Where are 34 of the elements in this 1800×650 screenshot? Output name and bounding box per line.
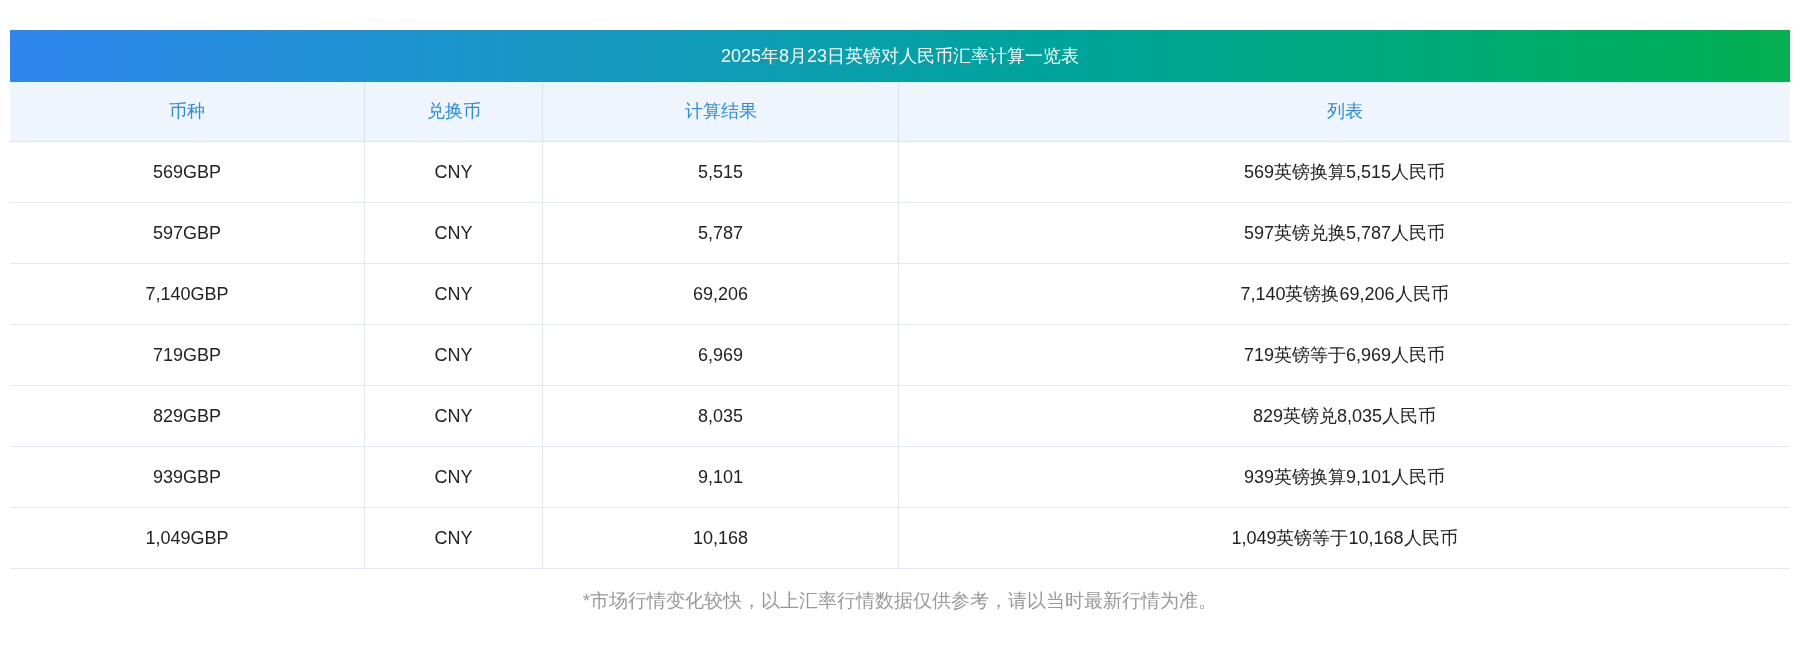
column-header: 币种 [169, 100, 205, 123]
table-cell-text: CNY [434, 526, 473, 550]
table-cell-text: 829GBP [152, 404, 221, 428]
footnote: *市场行情变化较快，以上汇率行情数据仅供参考，请以当时最新行情为准。 [582, 589, 1218, 613]
table-cell-text: CNY [434, 282, 473, 306]
table-cell-text: CNY [434, 221, 473, 245]
table-cell-text: 5,787 [697, 221, 743, 245]
column-header: 列表 [1326, 100, 1363, 123]
table-cell-text: 569英镑换算5,515人民币 [1243, 160, 1446, 184]
column-header: 计算结果 [684, 100, 757, 123]
column-header: 兑换币 [426, 100, 481, 123]
table-cell-text: 7,140GBP [145, 282, 229, 306]
table-cell-text: 1,049英镑等于10,168人民币 [1231, 526, 1458, 550]
table-cell-text: 597GBP [152, 221, 221, 245]
table-cell-text: 569GBP [152, 160, 221, 184]
table-cell-text: 1,049GBP [145, 526, 229, 550]
table-cell-text: 829英镑兑8,035人民币 [1252, 404, 1437, 428]
table-cell-text: 6,969 [697, 343, 743, 367]
table-cell-text: 5,515 [697, 160, 743, 184]
table-cell-text: 597英镑兑换5,787人民币 [1243, 221, 1446, 245]
table-cell-text: CNY [434, 160, 473, 184]
table-cell-text: 939英镑换算9,101人民币 [1243, 465, 1446, 489]
table-cell-text: CNY [434, 343, 473, 367]
table-cell-text: 719英镑等于6,969人民币 [1243, 343, 1446, 367]
table-cell-text: 939GBP [152, 465, 221, 489]
table-cell-text: CNY [434, 404, 473, 428]
table-cell-text: 7,140英镑换69,206人民币 [1240, 282, 1449, 306]
table-cell-text: 69,206 [692, 282, 749, 306]
table-title: 2025年8月23日英镑对人民币汇率计算一览表 [10, 30, 1790, 82]
table-cell-text: 8,035 [697, 404, 743, 428]
table-cell-text: 719GBP [152, 343, 221, 367]
table-cell-text: 10,168 [692, 526, 749, 550]
table-cell-text: CNY [434, 465, 473, 489]
table-cell-text: 9,101 [697, 465, 743, 489]
